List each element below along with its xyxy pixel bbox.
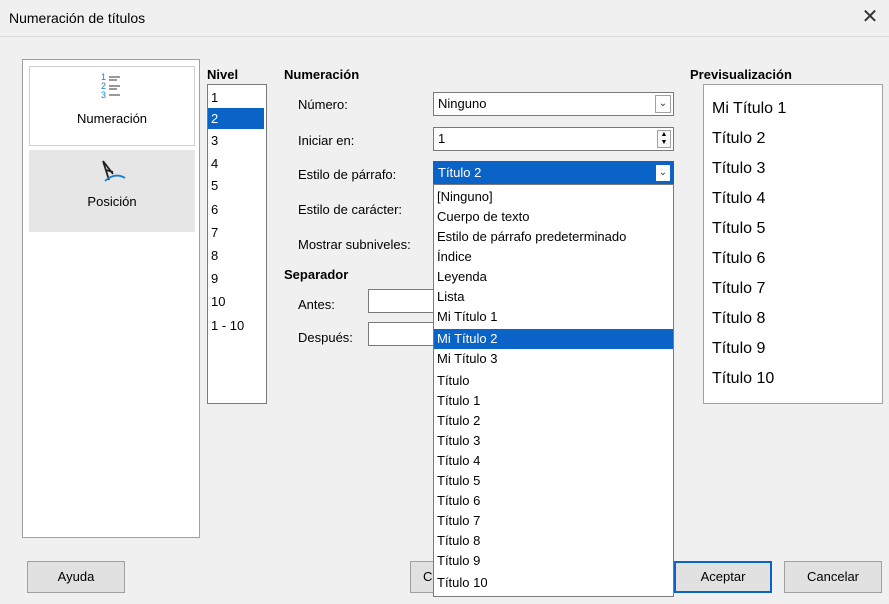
tab-position[interactable]: Posición [29,150,195,232]
preview-item: Título 2 [712,130,766,147]
dropdown-option[interactable]: Cuerpo de texto [434,207,673,227]
level-item[interactable]: 3 [208,130,264,151]
before-input[interactable] [368,289,438,313]
dropdown-option[interactable]: Título 8 [434,531,673,551]
preview-item: Título 3 [712,160,766,177]
close-icon[interactable]: ✕ [857,6,883,30]
dropdown-option[interactable]: Título 5 [434,471,673,491]
sublevels-label: Mostrar subniveles: [298,237,411,252]
paragraph-style-select[interactable]: Título 2 ⌄ [433,161,674,185]
start-label: Iniciar en: [298,133,355,148]
window-title: Numeración de títulos [9,10,146,26]
chevron-down-icon[interactable]: ⌄ [655,164,671,182]
level-list[interactable]: 1 2 3 4 5 6 7 8 9 10 1 - 10 [207,84,267,404]
level-item[interactable]: 1 - 10 [208,315,264,336]
level-item[interactable]: 6 [208,199,264,220]
dropdown-option[interactable]: Título 3 [434,431,673,451]
after-label: Después: [298,330,353,345]
paragraph-style-label: Estilo de párrafo: [298,167,397,182]
level-header: Nivel [207,67,239,82]
numbering-list-icon: 1 2 3 [101,72,120,100]
dropdown-option[interactable]: Índice [434,247,673,267]
level-item[interactable]: 10 [208,291,264,312]
dropdown-option[interactable]: Mi Título 1 [434,307,673,327]
dropdown-option[interactable]: Leyenda [434,267,673,287]
preview-header: Previsualización [690,67,792,82]
preview-item: Título 9 [712,340,766,357]
level-item[interactable]: 4 [208,153,264,174]
separator-header: Separador [284,267,349,282]
number-select[interactable]: Ninguno ⌄ [433,92,674,116]
number-select-value: Ninguno [438,96,487,111]
position-pen-icon [102,160,126,182]
level-item[interactable]: 5 [208,175,264,196]
preview-item: Título 10 [712,370,775,387]
level-item[interactable]: 1 [208,87,264,108]
spinner-arrows-icon[interactable]: ▲ ▼ [657,130,671,148]
start-spinbox-value: 1 [438,131,446,146]
preview-item: Título 8 [712,310,766,327]
preview-panel: Mi Título 1 Título 2 Título 3 Título 4 T… [703,84,883,404]
preview-item: Título 7 [712,280,766,297]
tab-numbering-label: Numeración [76,111,148,126]
help-button[interactable]: Ayuda [27,561,125,593]
tab-numbering[interactable]: 1 2 3 Numeración [29,66,195,146]
level-item[interactable]: 7 [208,222,264,243]
paragraph-style-dropdown-list[interactable]: [Ninguno] Cuerpo de texto Estilo de párr… [433,184,674,597]
cancel-button[interactable]: Cancelar [784,561,882,593]
paragraph-style-value: Título 2 [438,165,482,180]
ok-button[interactable]: Aceptar [674,561,772,593]
category-sidebar: 1 2 3 Numeración Posición [22,59,200,538]
preview-item: Título 6 [712,250,766,267]
dropdown-option[interactable]: Lista [434,287,673,307]
dropdown-option[interactable]: Título 7 [434,511,673,531]
chevron-down-icon[interactable]: ⌄ [655,95,671,113]
dropdown-option[interactable]: Título 4 [434,451,673,471]
dropdown-option[interactable]: Mi Título 3 [434,349,673,369]
numbering-header: Numeración [284,67,360,82]
preview-item: Mi Título 1 [712,100,787,117]
dropdown-option[interactable]: Título 6 [434,491,673,511]
after-input[interactable] [368,322,438,346]
start-spinbox[interactable]: 1 ▲ ▼ [433,127,674,151]
level-item[interactable]: 2 [208,108,264,129]
dropdown-option[interactable]: Estilo de párrafo predeterminado [434,227,673,247]
char-style-label: Estilo de carácter: [298,202,403,217]
dropdown-option[interactable]: Título 1 [434,391,673,411]
level-item[interactable]: 9 [208,268,264,289]
dropdown-option[interactable]: Título [434,371,673,391]
title-bar: Numeración de títulos ✕ [0,0,889,37]
number-label: Número: [298,97,348,112]
tab-position-label: Posición [87,194,137,209]
dropdown-option[interactable]: Título 9 [434,551,673,571]
preview-item: Título 5 [712,220,766,237]
before-label: Antes: [298,297,335,312]
dropdown-option-highlighted[interactable]: Mi Título 2 [434,329,673,349]
level-item[interactable]: 8 [208,245,264,266]
dropdown-option[interactable]: [Ninguno] [434,187,673,207]
svg-text:3: 3 [101,90,106,100]
preview-item: Título 4 [712,190,766,207]
dropdown-option[interactable]: Título 10 [434,573,673,593]
dropdown-option[interactable]: Título 2 [434,411,673,431]
